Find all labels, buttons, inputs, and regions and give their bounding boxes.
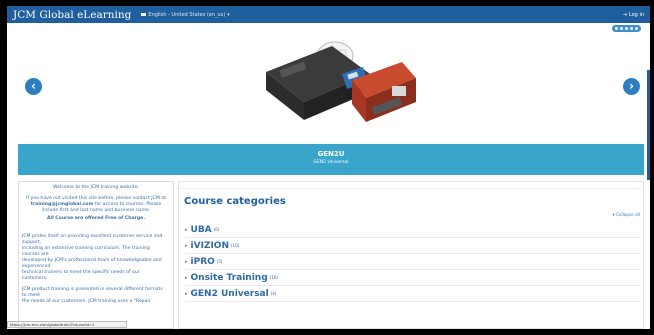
slide-dot[interactable]	[625, 27, 628, 30]
slide-caption-banner[interactable]: GEN2U GEN2 Universal	[18, 144, 644, 175]
format-paragraph-line: the needs of our customers. JCM training…	[22, 299, 151, 304]
category-item-onsite-training[interactable]: ▸ Onsite Training (10)	[185, 270, 640, 286]
slide-dot[interactable]	[615, 27, 618, 30]
welcome-sidebar: Welcome to the JCM training website. If …	[18, 181, 174, 329]
category-name: iPRO	[190, 256, 215, 267]
category-name: iVIZION	[190, 240, 229, 251]
slide-dot[interactable]	[630, 27, 633, 30]
category-list: ▸ UBA (6) ▸ iVIZION (10) ▸ iPRO (5) ▸ On…	[185, 222, 640, 302]
category-count: (10)	[230, 243, 240, 248]
category-item-uba[interactable]: ▸ UBA (6)	[185, 222, 640, 238]
category-count: (6)	[213, 227, 220, 232]
page-scrollbar[interactable]	[647, 70, 650, 180]
chevron-right-icon: ▸	[185, 242, 188, 249]
slide-indicators	[612, 25, 641, 32]
collapse-all-label: Collapse all	[615, 212, 640, 217]
format-paragraph-line: JCM product training is presented in sev…	[22, 287, 163, 292]
slide-title: GEN2U	[317, 150, 345, 158]
category-count: (5)	[216, 259, 223, 264]
login-link[interactable]: ⇥ Log in	[623, 12, 644, 18]
slide-dot[interactable]	[635, 27, 638, 30]
flag-icon	[141, 13, 147, 16]
slide-subtitle: GEN2 Universal	[313, 160, 349, 165]
screen-frame-right	[650, 0, 654, 335]
status-bar-url: https://jcm.ecn.com/globaltrain/?courseI…	[7, 321, 127, 328]
chevron-right-icon: ▸	[185, 258, 188, 265]
contact-email-link[interactable]: training@jcmglobal.com	[31, 202, 94, 207]
panel-top-bar	[179, 182, 643, 189]
image-slideshow: ‹ ›	[7, 23, 650, 142]
login-icon: ⇥	[622, 11, 627, 18]
caret-down-icon: ▾	[227, 11, 230, 18]
category-item-ipro[interactable]: ▸ iPRO (5)	[185, 254, 640, 270]
course-categories-heading: Course categories	[184, 196, 286, 207]
category-count: (10)	[269, 275, 278, 280]
contact-text-3: include first and last name and business…	[41, 208, 151, 213]
screen-frame-bottom	[0, 329, 654, 335]
login-label: Log in	[628, 11, 644, 18]
site-brand[interactable]: JCM Global eLearning	[13, 9, 131, 21]
chevron-right-icon: ▸	[185, 226, 188, 233]
category-name: Onsite Training	[190, 272, 268, 283]
screen-frame-left	[0, 0, 7, 335]
chevron-right-icon: ▸	[185, 274, 188, 281]
top-navbar: JCM Global eLearning English - United St…	[7, 6, 650, 23]
collapse-all-link[interactable]: ▾ Collapse all	[613, 212, 640, 217]
contact-text-tail: for access to courses. Please	[94, 202, 162, 207]
caret-down-icon: ▾	[612, 212, 615, 217]
slide-dot[interactable]	[620, 27, 623, 30]
product-image	[266, 41, 416, 122]
about-paragraph-line: JCM prides itself on providing excellent…	[22, 234, 163, 239]
next-slide-button[interactable]: ›	[623, 78, 640, 95]
chevron-right-icon: ▸	[185, 290, 188, 297]
course-categories-panel: Course categories ▾ Collapse all ▸ UBA (…	[178, 181, 644, 329]
previous-slide-button[interactable]: ‹	[25, 78, 42, 95]
category-item-gen2-universal[interactable]: ▸ GEN2 Universal (4)	[185, 286, 640, 302]
category-item-ivizion[interactable]: ▸ iVIZION (10)	[185, 238, 640, 254]
language-menu[interactable]: English - United States (en_us) ▾	[141, 11, 230, 18]
category-count: (4)	[270, 291, 277, 296]
language-label: English - United States (en_us)	[148, 11, 226, 18]
category-name: UBA	[190, 224, 212, 235]
category-name: GEN2 Universal	[190, 288, 269, 299]
